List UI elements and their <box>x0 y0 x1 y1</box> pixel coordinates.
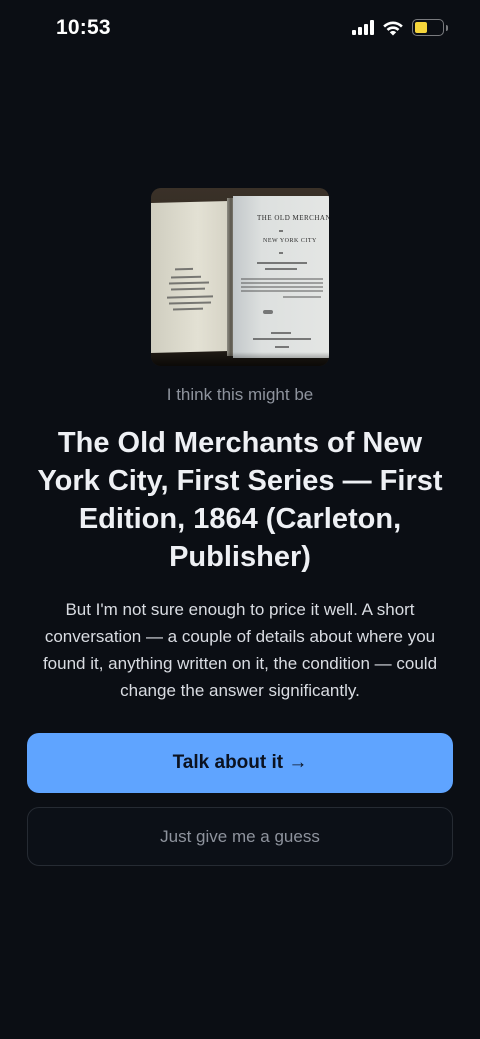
wifi-icon <box>382 20 404 36</box>
lead-text: I think this might be <box>166 385 314 404</box>
text-line <box>175 267 193 270</box>
text-line <box>169 281 209 285</box>
text-line <box>241 282 323 284</box>
text-line <box>283 296 321 298</box>
text-line <box>173 307 203 310</box>
status-bar: 10:53 <box>0 0 480 56</box>
talk-about-it-button[interactable]: Talk about it → <box>27 733 453 793</box>
publisher-emblem <box>263 310 273 314</box>
battery-cap <box>445 25 448 31</box>
text-line <box>271 332 291 334</box>
text-line <box>265 268 297 270</box>
page-title-line2: NEW YORK CITY <box>263 238 317 244</box>
cellular-signal-icon <box>352 20 374 35</box>
text-line <box>279 230 283 232</box>
battery-fill <box>415 22 428 33</box>
text-line <box>241 278 323 280</box>
text-line <box>279 252 283 254</box>
page-title-line1: THE OLD MERCHANTS <box>257 214 329 222</box>
text-line <box>241 286 323 288</box>
text-line <box>171 287 205 290</box>
text-line <box>167 295 213 299</box>
status-time: 10:53 <box>56 16 111 39</box>
book-photo: THE OLD MERCHANTS NEW YORK CITY <box>151 188 329 366</box>
text-line <box>241 290 323 292</box>
identified-item-title: The Old Merchants of New York City, Firs… <box>37 427 443 573</box>
text-line <box>253 338 311 340</box>
photo-shadow <box>151 352 329 366</box>
just-give-guess-button[interactable]: Just give me a guess <box>27 807 453 866</box>
screen: 10:53 THE OLD MERCHAN NEW YORK CITY I th… <box>0 0 480 1039</box>
text-line <box>171 275 201 278</box>
book-right-page: THE OLD MERCHANTS NEW YORK CITY <box>233 196 329 358</box>
text-line <box>257 262 307 264</box>
explanation-text: But I'm not sure enough to price it well… <box>42 600 438 700</box>
text-line <box>169 301 211 305</box>
status-icons <box>352 19 448 36</box>
book-left-page <box>151 200 229 354</box>
text-line <box>275 346 289 348</box>
battery-icon <box>412 19 448 36</box>
